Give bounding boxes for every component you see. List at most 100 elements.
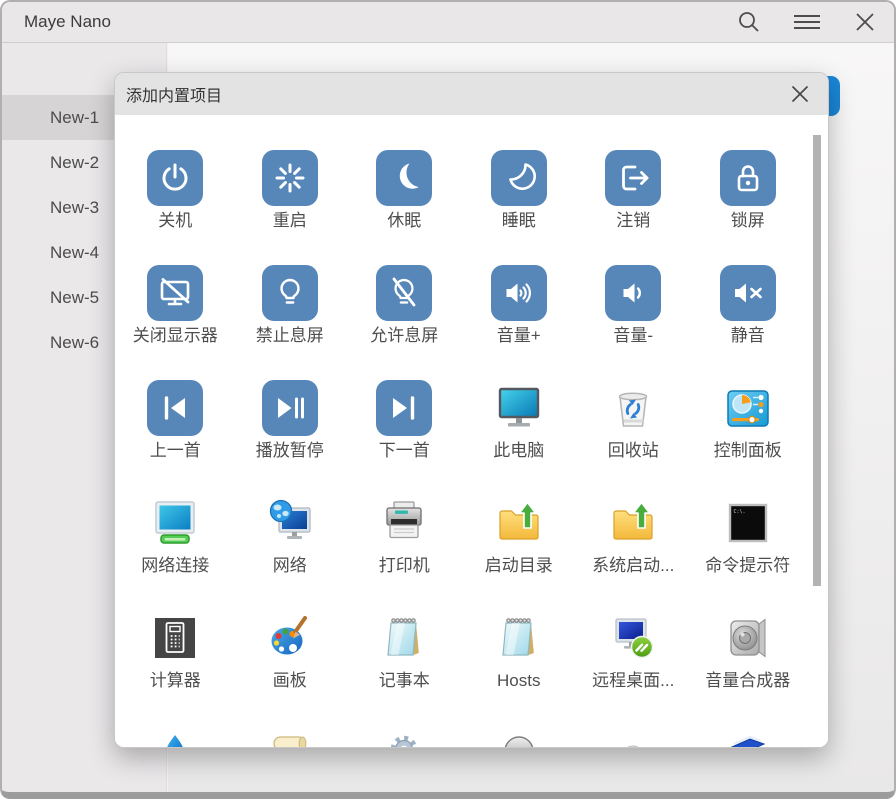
grid-item-label: 下一首 [379,440,430,462]
grid-item-label: 重启 [273,210,307,232]
grid-item-锁屏[interactable]: 锁屏 [691,150,806,232]
prev-track-icon [147,380,203,436]
volume-mixer-icon [720,610,776,666]
grid-item-label: 音量合成器 [705,670,790,692]
grid-item-控制面板[interactable]: 控制面板 [691,380,806,462]
grid-item-label: 音量- [613,325,653,347]
this-pc-icon [491,380,547,436]
sleep-icon [491,150,547,206]
grid-item-画板[interactable]: 画板 [233,610,348,692]
grid-item-下一首[interactable]: 下一首 [347,380,462,462]
system-startup-folder-icon [605,495,661,551]
bulb-off-icon [376,265,432,321]
grid-item-允许息屏[interactable]: 允许息屏 [347,265,462,347]
grid-item-网络连接[interactable]: 网络连接 [118,495,233,577]
book-icon [720,725,776,747]
grid-item-远程桌面...[interactable]: 远程桌面... [576,610,691,692]
mound-icon [605,725,661,747]
grid-item-label: 系统启动... [592,555,674,577]
grid-item-回收站[interactable]: 回收站 [576,380,691,462]
calculator-icon [147,610,203,666]
grid-item-label: 上一首 [150,440,201,462]
svg-text:C:\.: C:\. [733,509,745,515]
paint-icon [262,610,318,666]
grid-item-系统启动...[interactable]: 系统启动... [576,495,691,577]
grid-item-音量+[interactable]: 音量+ [462,265,577,347]
power-icon [147,150,203,206]
grid-item-关机[interactable]: 关机 [118,150,233,232]
close-icon[interactable] [852,9,878,35]
grid-item-label: 此电脑 [493,440,544,462]
grid-item-label: 关机 [158,210,192,232]
grid-item-clock-dome[interactable] [462,725,577,747]
grid-item-命令提示符[interactable]: C:\. 命令提示符 [691,495,806,577]
control-panel-icon [720,380,776,436]
grid-item-Hosts[interactable]: Hosts [462,610,577,692]
grid-item-上一首[interactable]: 上一首 [118,380,233,462]
volume-up-icon [491,265,547,321]
grid-item-睡眠[interactable]: 睡眠 [462,150,577,232]
dialog-header: 添加内置项目 [115,73,828,115]
grid-item-label: 休眠 [387,210,421,232]
grid-item-休眠[interactable]: 休眠 [347,150,462,232]
dialog-title: 添加内置项目 [126,82,222,106]
grid-item-book[interactable] [691,725,806,747]
grid-item-重启[interactable]: 重启 [233,150,348,232]
grid-item-drop[interactable] [118,725,233,747]
grid-item-注销[interactable]: 注销 [576,150,691,232]
command-prompt-icon: C:\. [720,495,776,551]
grid-item-音量合成器[interactable]: 音量合成器 [691,610,806,692]
startup-folder-icon [491,495,547,551]
app-window: Maye Nano New-1New-2New-3New-4New-5New-6… [0,0,896,799]
grid-item-label: 启动目录 [485,555,553,577]
mute-icon [720,265,776,321]
logout-icon [605,150,661,206]
dialog-scrollbar-thumb[interactable] [813,135,821,586]
grid-item-label: Hosts [497,670,540,692]
grid-item-label: 画板 [273,670,307,692]
recycle-bin-icon [605,380,661,436]
grid-item-启动目录[interactable]: 启动目录 [462,495,577,577]
window-title: Maye Nano [24,12,111,32]
gear-icon [376,725,432,747]
grid-item-网络[interactable]: 网络 [233,495,348,577]
hosts-file-icon [491,610,547,666]
grid-item-label: 允许息屏 [370,325,438,347]
hibernate-icon [376,150,432,206]
grid-item-mound[interactable] [576,725,691,747]
grid-item-此电脑[interactable]: 此电脑 [462,380,577,462]
grid-item-静音[interactable]: 静音 [691,265,806,347]
volume-down-icon [605,265,661,321]
grid-item-gear[interactable] [347,725,462,747]
search-icon[interactable] [736,9,762,35]
grid-item-label: 网络连接 [141,555,209,577]
titlebar-buttons [736,2,878,42]
dialog-close-icon[interactable] [788,82,812,106]
titlebar[interactable]: Maye Nano [2,2,894,43]
grid-item-label: 睡眠 [502,210,536,232]
grid-item-音量-[interactable]: 音量- [576,265,691,347]
dialog-grid: 关机 重启 休眠 睡眠 注销 锁屏关闭显示器禁止息屏允许息屏 音量+ 音量- 静音上一首 播放暂停… [115,115,828,747]
grid-item-label: 打印机 [379,555,430,577]
grid-item-播放暂停[interactable]: 播放暂停 [233,380,348,462]
next-track-icon [376,380,432,436]
dialog-body: 关机 重启 休眠 睡眠 注销 锁屏关闭显示器禁止息屏允许息屏 音量+ 音量- 静音上一首 播放暂停… [115,115,828,747]
grid-item-label: 远程桌面... [592,670,674,692]
restart-icon [262,150,318,206]
grid-item-计算器[interactable]: 计算器 [118,610,233,692]
grid-item-label: 记事本 [379,670,430,692]
grid-item-scroll[interactable] [233,725,348,747]
grid-item-关闭显示器[interactable]: 关闭显示器 [118,265,233,347]
grid-item-label: 命令提示符 [705,555,790,577]
grid-item-label: 播放暂停 [256,440,324,462]
grid-item-禁止息屏[interactable]: 禁止息屏 [233,265,348,347]
lock-icon [720,150,776,206]
network-connections-icon [147,495,203,551]
grid-item-打印机[interactable]: 打印机 [347,495,462,577]
add-builtin-items-dialog: 添加内置项目 关机 重启 休眠 睡眠 注销 锁屏关闭显示器禁止息屏允许息屏 音量+ 音量- 静音… [114,72,829,748]
drop-icon [147,725,203,747]
grid-item-label: 关闭显示器 [133,325,218,347]
grid-item-记事本[interactable]: 记事本 [347,610,462,692]
grid-item-label: 注销 [616,210,650,232]
menu-icon[interactable] [794,9,820,35]
